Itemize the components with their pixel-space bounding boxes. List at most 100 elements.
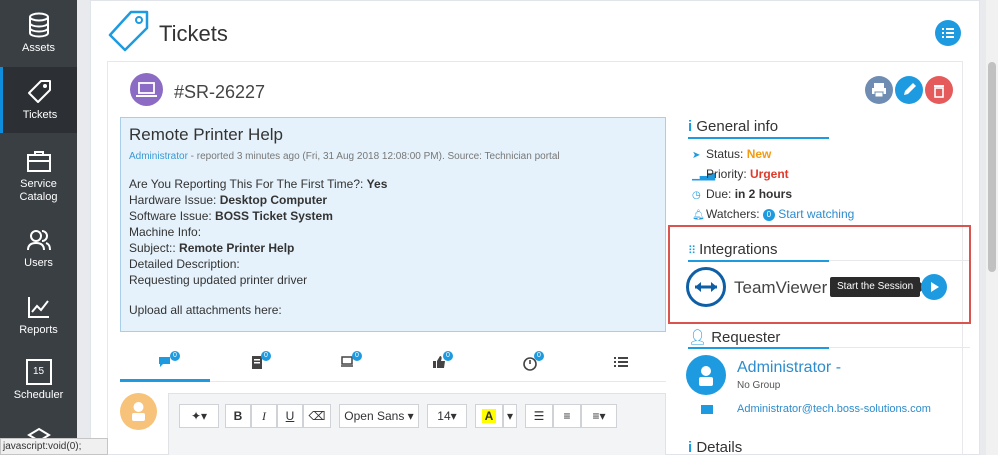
tag-icon	[108, 10, 149, 52]
start-session-tooltip: Start the Session	[830, 277, 926, 297]
sidebar-item-tickets[interactable]: Tickets	[0, 67, 77, 133]
user-icon	[699, 366, 713, 386]
bell-icon: 🔔︎	[692, 210, 705, 221]
due-row: ◷ Due: in 2 hours	[692, 187, 793, 201]
magic-wand-button[interactable]: ✦▾	[179, 404, 219, 428]
status-value[interactable]: New	[747, 147, 772, 161]
ticket-id: #SR-26227	[174, 82, 266, 102]
tab-badge: 0	[352, 351, 362, 361]
underline-button[interactable]: U	[277, 404, 303, 428]
chart-icon	[27, 297, 49, 318]
device-avatar	[130, 73, 163, 106]
tab-tasks[interactable]: 0	[211, 346, 301, 382]
tab-badge: 0	[261, 351, 271, 361]
sidebar-item-label: Users	[24, 257, 53, 269]
list-icon	[942, 28, 954, 38]
details-heading: i Details	[688, 439, 743, 455]
sidebar-item-assets[interactable]: Assets	[0, 0, 77, 66]
page-header: Tickets	[91, 1, 981, 61]
delete-button[interactable]	[925, 76, 953, 104]
tag-icon	[28, 80, 51, 103]
tab-timer[interactable]: 0	[484, 346, 574, 382]
requester-heading: 👤︎ Requester	[688, 329, 781, 346]
tab-badge: 0	[443, 351, 453, 361]
highlight-dropdown[interactable]: ▾	[503, 404, 517, 428]
comment-editor: ✦▾ B I U ⌫ Open Sans ▾ 14▾ A ▾ ☰ ≡ ≡▾	[168, 393, 666, 455]
sidebar-item-users[interactable]: Users	[0, 215, 77, 281]
highlight-color-button[interactable]: A	[475, 404, 503, 428]
sidebar-item-scheduler[interactable]: 15 Scheduler	[0, 349, 77, 415]
status-row: ➤ Status: New	[692, 147, 772, 161]
section-underline	[688, 347, 829, 349]
font-family-select[interactable]: Open Sans ▾	[339, 404, 419, 428]
field-line: Are You Reporting This For The First Tim…	[129, 177, 388, 191]
ticket-meta: Administrator - reported 3 minutes ago (…	[129, 151, 657, 162]
start-session-button[interactable]	[921, 274, 947, 300]
bullet-list-button[interactable]: ☰	[525, 404, 553, 428]
ticket-title: Remote Printer Help	[129, 125, 284, 144]
due-value: in 2 hours	[734, 187, 793, 201]
watchers-count: 0	[762, 209, 775, 221]
play-icon	[931, 282, 939, 292]
edit-button[interactable]	[895, 76, 923, 104]
numbered-list-button[interactable]: ≡	[553, 404, 581, 428]
bold-button[interactable]: B	[225, 404, 251, 428]
field-line: Detailed Description:	[129, 257, 240, 271]
sidebar-item-service-catalog[interactable]: Service Catalog	[0, 134, 77, 214]
page-title: Tickets	[159, 21, 228, 46]
requester-name[interactable]: Administrator -	[737, 359, 841, 377]
tab-assets[interactable]: 0	[302, 346, 392, 382]
sidebar-item-label: Tickets	[22, 109, 58, 121]
field-line: Subject:: Remote Printer Help	[129, 241, 295, 255]
priority-value[interactable]: Urgent	[750, 167, 789, 181]
arrows-icon	[695, 282, 717, 292]
requester-email[interactable]: Administrator@tech.boss-solutions.com	[737, 403, 931, 415]
print-button[interactable]	[865, 76, 893, 104]
tab-badge: 0	[170, 351, 180, 361]
section-divider	[829, 347, 970, 348]
upload-line: Upload all attachments here:	[129, 303, 282, 317]
user-icon	[132, 402, 145, 421]
field-line: Software Issue: BOSS Ticket System	[129, 209, 333, 223]
list-view-button[interactable]	[935, 20, 961, 46]
italic-button[interactable]: I	[251, 404, 277, 428]
list-icon	[614, 357, 628, 367]
requester-avatar	[686, 355, 726, 395]
trash-icon	[934, 85, 944, 98]
scrollbar-thumb[interactable]	[988, 62, 996, 272]
sidebar: Assets Tickets Service Catalog Users Rep…	[0, 0, 77, 455]
pencil-icon	[904, 83, 916, 95]
tab-list[interactable]	[575, 346, 665, 382]
tab-comments[interactable]: 0	[120, 346, 210, 382]
calendar-icon: 15	[25, 359, 52, 385]
users-icon	[26, 230, 51, 251]
signal-icon: ▁▃▅	[692, 170, 716, 181]
sidebar-item-label: Assets	[21, 42, 55, 54]
printer-icon	[872, 83, 886, 98]
author-link[interactable]: Administrator	[129, 151, 188, 162]
teamviewer-name: TeamViewer	[734, 278, 828, 297]
eraser-button[interactable]: ⌫	[303, 404, 331, 428]
field-line: Hardware Issue: Desktop Computer	[129, 193, 328, 207]
watchers-row: 🔔︎Watchers: 0 Start watching	[692, 207, 855, 221]
tab-approvals[interactable]: 0	[393, 346, 483, 382]
field-line: Requesting updated printer driver	[129, 273, 308, 287]
teamviewer-logo	[686, 267, 726, 307]
section-underline	[688, 137, 829, 139]
align-button[interactable]: ≡▾	[581, 404, 617, 428]
start-watching-link[interactable]: Start watching	[778, 207, 854, 221]
sidebar-item-reports[interactable]: Reports	[0, 282, 77, 348]
meta-text: - reported 3 minutes ago (Fri, 31 Aug 20…	[187, 151, 560, 162]
avatar	[120, 393, 157, 430]
priority-row: ▁▃▅Priority: Urgent	[692, 167, 789, 181]
laptop-icon	[136, 82, 157, 97]
font-size-select[interactable]: 14▾	[427, 404, 467, 428]
requester-group: No Group	[737, 380, 781, 391]
scrollbar[interactable]	[986, 0, 998, 455]
general-info-heading: i General info	[688, 118, 779, 135]
database-icon	[28, 12, 49, 38]
browser-status-bar: javascript:void(0);	[0, 438, 108, 455]
ticket-tabs: 0 0 0 0 0	[120, 346, 666, 382]
field-line: Machine Info:	[129, 225, 202, 239]
calendar-day: 15	[32, 366, 45, 377]
